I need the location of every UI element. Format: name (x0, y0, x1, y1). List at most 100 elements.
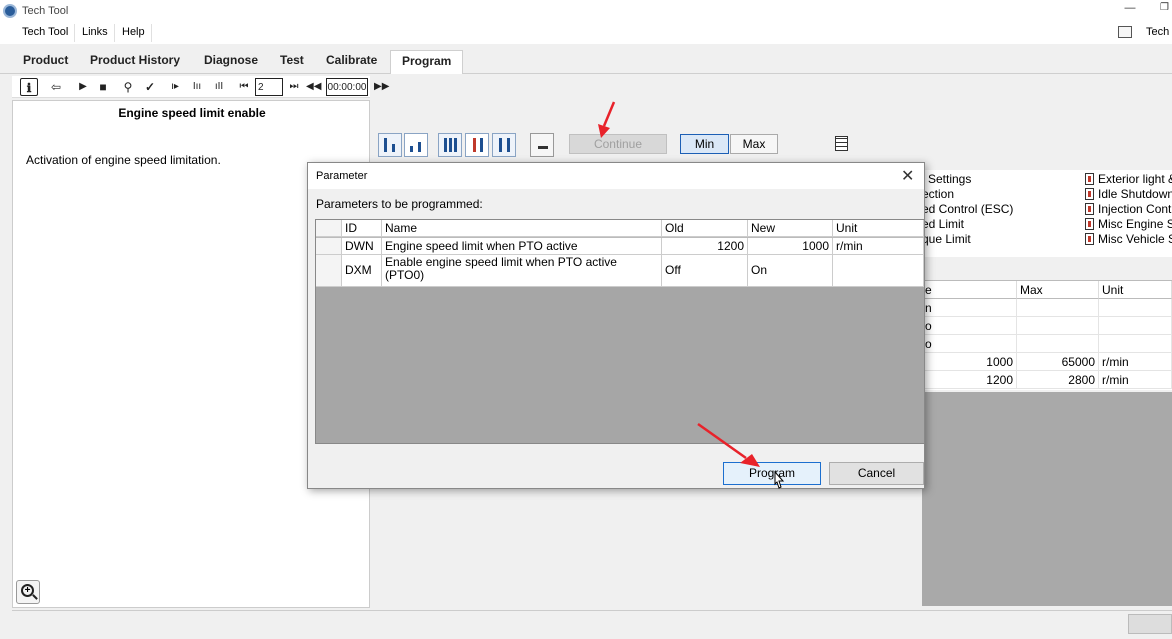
compare-icon[interactable] (465, 133, 489, 157)
maximize-icon[interactable]: ❐ (1160, 2, 1172, 18)
category-list: Settings ection ed Control (ESC) ed Limi… (922, 170, 1172, 257)
row-old: 1200 (662, 238, 748, 255)
main-tabs: Product Product History Diagnose Test Ca… (0, 46, 1172, 74)
category-item[interactable]: Injection Contr (1098, 202, 1172, 216)
category-item[interactable]: ed Limit (922, 217, 964, 231)
row-unit (833, 255, 924, 287)
column-header-old: Old (662, 220, 748, 237)
menu-links[interactable]: Links (76, 24, 115, 42)
table-cell (1017, 299, 1099, 317)
column-header-id: ID (342, 220, 382, 237)
category-item[interactable]: que Limit (922, 232, 971, 246)
status-bar (12, 610, 1172, 636)
back-icon[interactable]: ⇦ (48, 78, 64, 96)
table-cell: 65000 (1017, 353, 1099, 371)
row-id: DXM (342, 255, 382, 287)
category-checkbox[interactable] (1085, 173, 1094, 185)
dialog-label: Parameters to be programmed: (316, 197, 483, 211)
view-icon[interactable]: ⚲ (120, 78, 136, 96)
app-logo-icon (3, 4, 17, 18)
table-cell: 1200 (922, 371, 1017, 389)
category-item[interactable]: Misc Vehicle S (1098, 232, 1172, 246)
row-old: Off (662, 255, 748, 287)
menu-tech-tool[interactable]: Tech Tool (16, 24, 76, 42)
people-icon[interactable] (438, 133, 462, 157)
column-header-name: Name (382, 220, 662, 237)
playback-toolbar: ℹ ⇦ ▶ ■ ⚲ ✓ ı▸ Iıı ıII ⏮ 2 ⏭ ◀◀ 00:00:00… (12, 76, 389, 98)
category-item[interactable]: ed Control (ESC) (922, 202, 1013, 216)
check-icon[interactable]: ✓ (142, 78, 158, 96)
filter-icon[interactable] (492, 133, 516, 157)
category-item[interactable]: Idle Shutdown (1098, 187, 1172, 201)
parameter-table: e Max Unit n o o 1000 65000 r/min 1200 2… (922, 280, 1172, 390)
table-row[interactable]: DWN Engine speed limit when PTO active 1… (316, 238, 924, 255)
tree-collapse-icon[interactable] (404, 133, 428, 157)
rewind-icon[interactable]: ◀◀ (306, 78, 321, 96)
table-cell: o (922, 335, 1017, 353)
time-input[interactable]: 00:00:00 (326, 78, 368, 96)
category-checkbox[interactable] (1085, 203, 1094, 215)
tab-calibrate[interactable]: Calibrate (315, 50, 388, 74)
category-item[interactable]: ection (922, 187, 954, 201)
play-icon[interactable]: ▶ (76, 78, 90, 96)
table-cell (1099, 335, 1172, 353)
table-view-icon[interactable] (835, 136, 848, 151)
table-cell: r/min (1099, 371, 1172, 389)
connection-icon[interactable] (1118, 26, 1132, 38)
close-icon[interactable]: ✕ (901, 166, 914, 186)
table-cell (1099, 317, 1172, 335)
category-item[interactable]: Misc Engine S (1098, 217, 1172, 231)
step-over-icon[interactable]: ıII (212, 78, 226, 96)
stop-icon[interactable]: ■ (96, 78, 110, 96)
tab-product-history[interactable]: Product History (79, 50, 191, 74)
table-header: ID Name Old New Unit (316, 220, 924, 238)
dialog-title-bar: Parameter ✕ (308, 163, 924, 189)
continue-button[interactable]: Continue (569, 134, 667, 154)
column-header-unit: Unit (833, 220, 924, 237)
column-header: Unit (1099, 281, 1172, 299)
info-icon[interactable]: ℹ (20, 78, 38, 96)
min-button[interactable]: Min (680, 134, 729, 154)
tree-expand-icon[interactable] (378, 133, 402, 157)
tab-program[interactable]: Program (390, 50, 464, 74)
category-checkbox[interactable] (1085, 218, 1094, 230)
user-label: Tech (1146, 26, 1170, 38)
category-checkbox[interactable] (1085, 233, 1094, 245)
parameters-table: ID Name Old New Unit DWN Engine speed li… (315, 219, 925, 444)
category-item[interactable]: Exterior light & (1098, 172, 1172, 186)
table-row[interactable]: DXM Enable engine speed limit when PTO a… (316, 255, 924, 287)
step-input[interactable]: 2 (255, 78, 283, 96)
dialog-title: Parameter (316, 170, 368, 182)
cancel-button[interactable]: Cancel (829, 462, 924, 485)
zoom-in-button[interactable]: + (16, 580, 40, 604)
row-new: 1000 (748, 238, 833, 255)
row-name: Enable engine speed limit when PTO activ… (382, 255, 662, 287)
minimize-icon[interactable]: — (1122, 2, 1138, 18)
empty-area (922, 392, 1172, 606)
table-cell: 1000 (922, 353, 1017, 371)
first-icon[interactable]: ⏮ (238, 78, 250, 96)
menu-help[interactable]: Help (116, 24, 152, 42)
table-cell: r/min (1099, 353, 1172, 371)
step-in-icon[interactable]: ı▸ (168, 78, 182, 96)
parameter-description: Activation of engine speed limitation. (26, 153, 221, 167)
fast-forward-icon[interactable]: ▶▶ (374, 78, 389, 96)
last-icon[interactable]: ⏭ (288, 78, 300, 96)
row-id: DWN (342, 238, 382, 255)
table-cell (1017, 335, 1099, 353)
tab-product[interactable]: Product (12, 50, 79, 74)
column-header: e (922, 281, 1017, 299)
table-cell: o (922, 317, 1017, 335)
column-header-new: New (748, 220, 833, 237)
mouse-cursor-icon (774, 470, 785, 489)
parameter-dialog: Parameter ✕ Parameters to be programmed:… (307, 162, 925, 489)
undo-icon[interactable] (530, 133, 554, 157)
pause-step-icon[interactable]: Iıı (190, 78, 204, 96)
tab-diagnose[interactable]: Diagnose (193, 50, 269, 74)
category-item[interactable]: Settings (928, 172, 971, 186)
row-unit: r/min (833, 238, 924, 255)
tab-test[interactable]: Test (269, 50, 315, 74)
category-checkbox[interactable] (1085, 188, 1094, 200)
column-header: Max (1017, 281, 1099, 299)
max-button[interactable]: Max (730, 134, 778, 154)
